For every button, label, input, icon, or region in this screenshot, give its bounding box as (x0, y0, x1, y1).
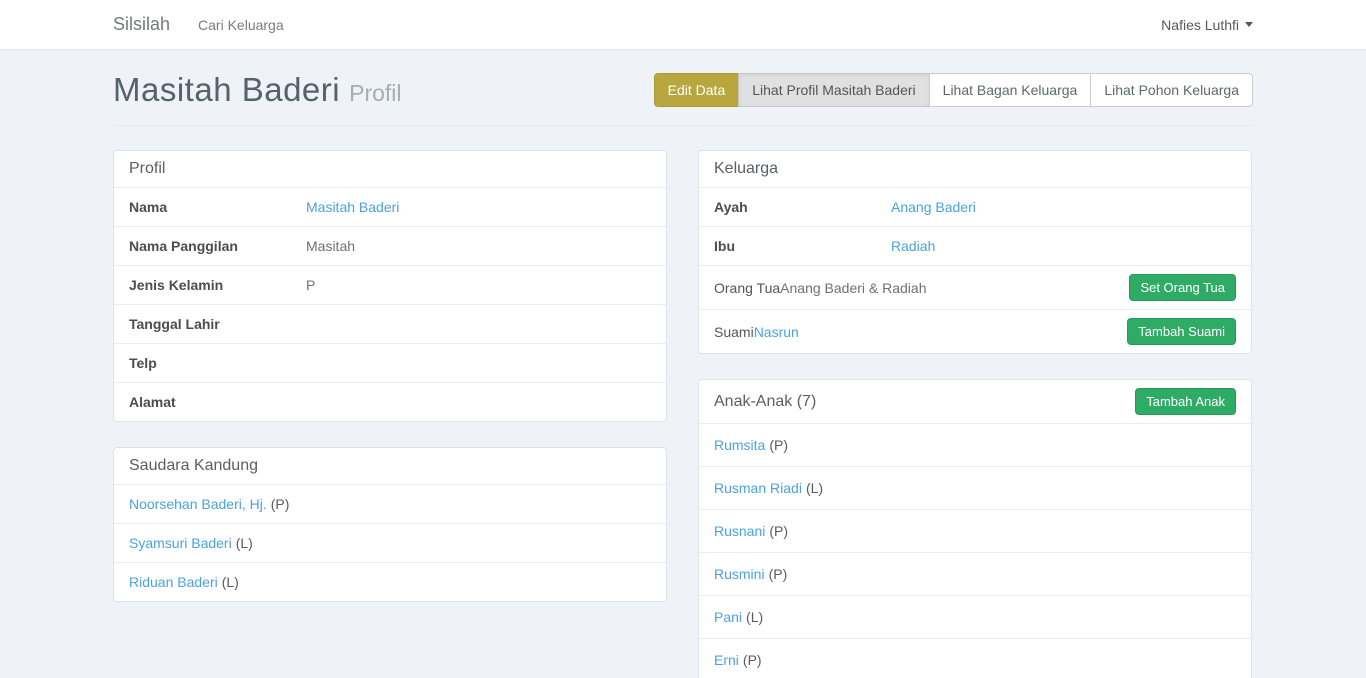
gender-label: (P) (271, 496, 290, 512)
row-label: Nama (129, 199, 306, 215)
page-title: Masitah Baderi (113, 71, 340, 108)
edit-data-button[interactable]: Edit Data (654, 73, 740, 107)
page-header: Masitah Baderi Profil Edit Data Lihat Pro… (113, 71, 1253, 126)
tambah-suami-button[interactable]: Tambah Suami (1127, 318, 1236, 345)
keluarga-panel-title: Keluarga (699, 151, 1251, 187)
table-row: Alamat (114, 382, 666, 421)
tambah-anak-button[interactable]: Tambah Anak (1135, 388, 1236, 415)
list-item: Rusmini (P) (699, 552, 1251, 595)
row-value: Anang Baderi & Radiah (780, 280, 926, 296)
row-label: Ayah (714, 199, 891, 215)
table-row: Jenis Kelamin P (114, 265, 666, 304)
caret-down-icon (1245, 22, 1253, 27)
table-row: Nama Panggilan Masitah (114, 226, 666, 265)
person-link[interactable]: Riduan Baderi (129, 574, 218, 590)
gender-label: (L) (222, 574, 239, 590)
list-item: Syamsuri Baderi (L) (114, 523, 666, 562)
user-name: Nafies Luthfi (1161, 17, 1239, 33)
gender-label: (L) (236, 535, 253, 551)
gender-label: (P) (769, 437, 788, 453)
list-item: Riduan Baderi (L) (114, 562, 666, 601)
gender-label: (L) (806, 480, 823, 496)
anak-panel-title: Anak-Anak (7) (714, 393, 816, 411)
set-orang-tua-button[interactable]: Set Orang Tua (1129, 274, 1236, 301)
person-link[interactable]: Noorsehan Baderi, Hj. (129, 496, 267, 512)
table-row: Nama Masitah Baderi (114, 187, 666, 226)
list-item: Pani (L) (699, 595, 1251, 638)
table-row: Telp (114, 343, 666, 382)
saudara-panel-title: Saudara Kandung (114, 448, 666, 484)
gender-label: (P) (743, 652, 762, 668)
lihat-bagan-button[interactable]: Lihat Bagan Keluarga (929, 73, 1092, 107)
person-link[interactable]: Pani (714, 609, 742, 625)
lihat-profil-button[interactable]: Lihat Profil Masitah Baderi (738, 73, 929, 107)
row-label: Jenis Kelamin (129, 277, 306, 293)
gender-label: (P) (769, 566, 788, 582)
table-row: Ibu Radiah (699, 226, 1251, 265)
brand-silsilah[interactable]: Silsilah (113, 14, 170, 35)
keluarga-panel: Keluarga Ayah Anang Baderi Ibu Radiah Or… (698, 150, 1252, 354)
list-item: Erni (P) (699, 638, 1251, 678)
person-link[interactable]: Syamsuri Baderi (129, 535, 232, 551)
table-row: Tanggal Lahir (114, 304, 666, 343)
page-subtitle: Profil (349, 80, 401, 106)
row-label: Nama Panggilan (129, 238, 306, 254)
profil-panel-title: Profil (114, 151, 666, 187)
list-item: Rusnani (P) (699, 509, 1251, 552)
person-link[interactable]: Radiah (891, 238, 935, 254)
row-label: Ibu (714, 238, 891, 254)
navbar: Silsilah Cari Keluarga Nafies Luthfi (0, 0, 1366, 50)
person-link[interactable]: Nasrun (754, 324, 799, 340)
profil-panel: Profil Nama Masitah Baderi Nama Panggila… (113, 150, 667, 422)
lihat-pohon-button[interactable]: Lihat Pohon Keluarga (1090, 73, 1253, 107)
person-link[interactable]: Masitah Baderi (306, 199, 399, 215)
list-item: Rumsita (P) (699, 423, 1251, 466)
gender-label: (L) (746, 609, 763, 625)
table-row: Suami Nasrun Tambah Suami (699, 309, 1251, 353)
row-label: Alamat (129, 394, 306, 410)
person-link[interactable]: Rusnani (714, 523, 765, 539)
nav-cari-keluarga[interactable]: Cari Keluarga (198, 17, 284, 33)
table-row: Orang Tua Anang Baderi & Radiah Set Oran… (699, 265, 1251, 309)
table-row: Ayah Anang Baderi (699, 187, 1251, 226)
list-item: Rusman Riadi (L) (699, 466, 1251, 509)
anak-anak-panel: Anak-Anak (7) Tambah Anak Rumsita (P) Ru… (698, 379, 1252, 678)
person-link[interactable]: Rusmini (714, 566, 765, 582)
row-label: Telp (129, 355, 306, 371)
row-value: Masitah (306, 238, 355, 254)
person-link[interactable]: Anang Baderi (891, 199, 976, 215)
saudara-kandung-panel: Saudara Kandung Noorsehan Baderi, Hj. (P… (113, 447, 667, 602)
person-link[interactable]: Erni (714, 652, 739, 668)
gender-label: (P) (769, 523, 788, 539)
row-value: P (306, 277, 315, 293)
row-label: Suami (714, 324, 754, 340)
user-menu[interactable]: Nafies Luthfi (1161, 17, 1253, 33)
person-link[interactable]: Rusman Riadi (714, 480, 802, 496)
profile-actions-group: Edit Data Lihat Profil Masitah Baderi Li… (654, 73, 1253, 107)
row-label: Orang Tua (714, 280, 780, 296)
list-item: Noorsehan Baderi, Hj. (P) (114, 484, 666, 523)
row-label: Tanggal Lahir (129, 316, 306, 332)
person-link[interactable]: Rumsita (714, 437, 765, 453)
